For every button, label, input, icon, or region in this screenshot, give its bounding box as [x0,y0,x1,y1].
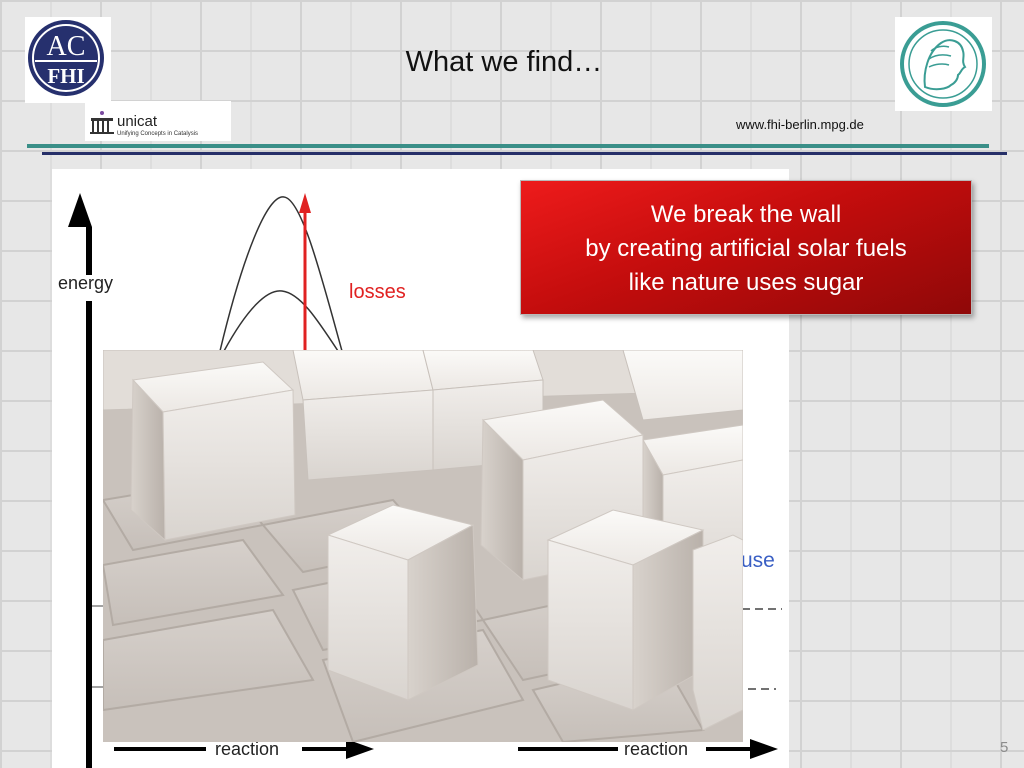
sugar-cubes-photo [103,350,743,742]
slide: AC FHI unicat Unifying Concepts in Catal… [0,0,1024,768]
energy-axis-label: energy [58,273,114,293]
header-rule-navy [42,152,1007,155]
energy-axis-arrowhead [68,193,92,227]
callout-box: We break the wall by creating artificial… [520,180,972,315]
reaction-axis-label-right: reaction [624,739,689,759]
reaction-axis-right-end [706,747,750,751]
reaction-axis-left-start [114,747,206,751]
gate-icon [90,111,114,134]
slide-title: What we find… [405,46,603,78]
reaction-axis-right-arrowhead [750,739,778,759]
reaction-axis-right-start [518,747,618,751]
site-url[interactable]: www.fhi-berlin.mpg.de [736,117,864,132]
reaction-axis-left-arrowhead [346,739,374,759]
use-label: use [741,549,775,572]
unicat-logo: unicat Unifying Concepts in Catalysis [85,101,231,141]
losses-arrow-head [299,193,311,213]
sugar-cubes-graphic [103,350,743,742]
page-number: 5 [1000,739,1009,756]
energy-axis-upper [86,227,92,275]
callout-line-1: We break the wall [650,201,842,228]
losses-label: losses [349,281,406,303]
energy-axis-lower [86,301,92,768]
reaction-barrier-low [223,290,339,352]
unicat-logo-tagline: Unifying Concepts in Catalysis [117,131,199,137]
reaction-axis-left-end [302,747,346,751]
header-rule-teal [27,144,989,148]
reaction-axis-label-left: reaction [215,739,280,759]
callout-line-2: by creating artificial solar fuels [585,235,907,262]
callout-line-3: like nature uses sugar [628,269,864,296]
unicat-logo-name: unicat [117,113,158,130]
